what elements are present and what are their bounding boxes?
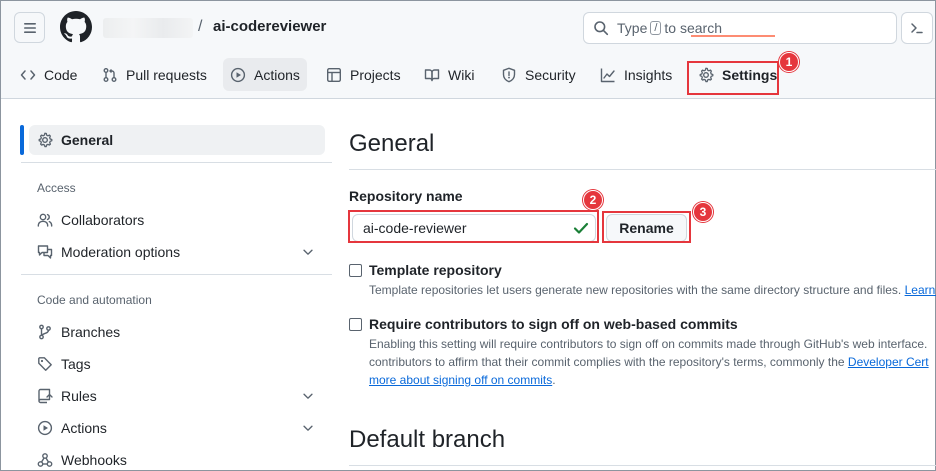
terminal-icon: [911, 23, 923, 34]
sidebar-item-label: General: [61, 132, 114, 148]
table-icon: [327, 67, 342, 82]
tab-pull-requests[interactable]: Pull requests: [95, 58, 214, 91]
tab-label: Projects: [350, 66, 401, 83]
gear-icon: [38, 132, 53, 148]
sidebar-divider: [21, 162, 332, 163]
require-signoff-checkbox[interactable]: [349, 318, 362, 331]
search-suffix: to search: [664, 20, 723, 36]
sidebar-item-collaborators[interactable]: Collaborators: [29, 205, 325, 235]
annotation-badge-3: 3: [693, 202, 713, 222]
tab-label: Code: [44, 66, 78, 83]
sidebar-item-label: Actions: [61, 420, 107, 436]
sidebar-item-label: Webhooks: [61, 452, 127, 468]
repository-name-label: Repository name: [349, 188, 463, 204]
template-repository-checkbox[interactable]: [349, 264, 362, 277]
tab-projects[interactable]: Projects: [319, 58, 408, 91]
search-input[interactable]: Type / to search: [583, 12, 897, 44]
breadcrumb-separator: /: [198, 18, 203, 35]
command-palette-button[interactable]: [901, 12, 933, 44]
shield-icon: [502, 67, 516, 82]
tab-actions[interactable]: Actions: [223, 58, 307, 91]
owner-name-redacted[interactable]: [103, 18, 193, 38]
sidebar-item-actions[interactable]: Actions: [29, 413, 325, 443]
search-shortcut-key: /: [650, 21, 662, 35]
graph-icon: [600, 68, 615, 82]
search-icon: [594, 21, 609, 36]
gear-icon: [699, 67, 714, 82]
signing-off-commits-link[interactable]: more about signing off on commits: [369, 373, 552, 387]
section-divider: [349, 465, 936, 466]
check-icon: [573, 222, 589, 234]
tab-label: Pull requests: [126, 66, 207, 83]
sidebar-heading-code-automation: Code and automation: [37, 293, 152, 307]
signoff-desc-line-1: Enabling this setting will require contr…: [369, 337, 928, 351]
sidebar-item-label: Moderation options: [61, 244, 181, 260]
default-branch-heading: Default branch: [349, 426, 506, 453]
rename-button[interactable]: Rename: [606, 214, 687, 242]
chevron-down-icon[interactable]: [301, 245, 315, 259]
git-branch-icon: [39, 324, 51, 340]
repo-name-link[interactable]: ai-codereviewer: [213, 18, 326, 35]
tab-settings[interactable]: Settings: [691, 58, 784, 91]
sidebar-divider: [21, 274, 332, 275]
tab-label: Security: [525, 66, 576, 83]
signoff-desc-text: contributors to affirm that their commit…: [369, 355, 845, 369]
play-icon: [37, 420, 53, 436]
sidebar-item-general[interactable]: General: [29, 125, 325, 155]
search-prefix: Type: [617, 20, 648, 36]
title-divider: [349, 169, 936, 170]
developer-certificate-link[interactable]: Developer Cert: [848, 355, 929, 369]
repo-push-icon: [38, 388, 53, 404]
annotation-badge-1: 1: [779, 52, 799, 72]
play-icon: [230, 67, 246, 82]
sidebar-item-label: Collaborators: [61, 212, 145, 228]
hamburger-icon: [23, 22, 36, 33]
signoff-desc-line-2: contributors to affirm that their commit…: [369, 353, 929, 371]
learn-more-link[interactable]: Learn m: [905, 283, 936, 297]
tab-label: Settings: [722, 66, 778, 83]
comment-discussion-icon: [37, 245, 53, 259]
template-desc-text: Template repositories let users generate…: [369, 283, 902, 297]
tab-label: Insights: [624, 66, 673, 83]
sidebar-item-tags[interactable]: Tags: [29, 349, 325, 379]
book-icon: [424, 68, 440, 81]
sidebar-item-rules[interactable]: Rules: [29, 381, 325, 411]
people-icon: [37, 213, 53, 227]
github-logo-icon[interactable]: [60, 11, 92, 43]
repo-header: / ai-codereviewer Type / to search Code: [1, 1, 935, 99]
webhook-icon: [37, 453, 53, 467]
chevron-down-icon[interactable]: [301, 389, 315, 403]
menu-button[interactable]: [14, 12, 45, 43]
sidebar-item-moderation-options[interactable]: Moderation options: [29, 237, 325, 267]
sidebar-item-label: Rules: [61, 388, 97, 404]
sidebar-item-label: Tags: [61, 356, 91, 372]
chevron-down-icon[interactable]: [301, 421, 315, 435]
selected-tab-indicator: [691, 35, 775, 37]
template-repository-label: Template repository: [369, 262, 502, 278]
active-item-indicator: [20, 125, 24, 155]
sidebar-item-webhooks[interactable]: Webhooks: [29, 445, 325, 471]
sidebar-item-label: Branches: [61, 324, 121, 340]
tab-insights[interactable]: Insights: [593, 58, 679, 91]
tab-label: Wiki: [448, 66, 475, 83]
require-signoff-label: Require contributors to sign off on web-…: [369, 316, 738, 332]
page-title: General: [349, 130, 435, 157]
signoff-desc-line-3: more about signing off on commits.: [369, 371, 556, 389]
sidebar-item-branches[interactable]: Branches: [29, 317, 325, 347]
signoff-desc-period: .: [552, 373, 556, 387]
sidebar-heading-access: Access: [37, 181, 76, 195]
tab-security[interactable]: Security: [494, 58, 583, 91]
code-icon: [20, 69, 36, 80]
template-repository-description: Template repositories let users generate…: [369, 281, 936, 299]
tab-wiki[interactable]: Wiki: [417, 58, 481, 91]
tab-label: Actions: [254, 66, 300, 83]
repository-name-input[interactable]: [352, 214, 596, 242]
tag-icon: [38, 357, 52, 371]
tab-code[interactable]: Code: [13, 58, 84, 91]
annotation-badge-2: 2: [583, 190, 603, 210]
git-pull-request-icon: [103, 67, 117, 82]
